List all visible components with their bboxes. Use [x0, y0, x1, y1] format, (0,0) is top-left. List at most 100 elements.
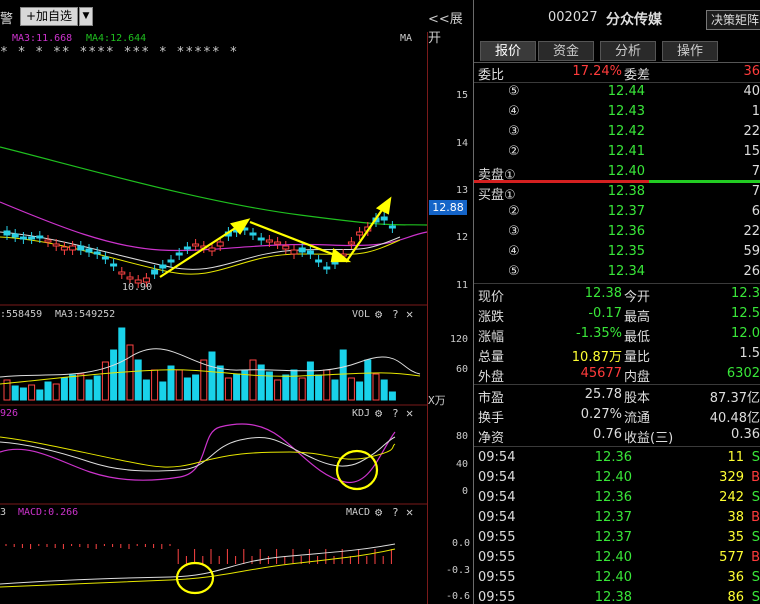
ask-volume: 22 [743, 124, 760, 139]
candle-body [101, 256, 109, 260]
ma-tag[interactable]: MA [400, 33, 412, 44]
volume-bar [298, 377, 306, 401]
ask-row[interactable]: ④ 12.43 1 [474, 102, 760, 122]
candle-body [347, 241, 355, 245]
tick-side: S [751, 530, 760, 545]
candle-body [298, 247, 306, 253]
stock-header: 002027 分众传媒 决策矩阵 [474, 0, 760, 38]
candle-body [85, 248, 93, 253]
stat-value: 6302 [726, 366, 760, 381]
help-icon[interactable]: ? [392, 506, 399, 519]
gear-icon[interactable]: ⚙ [375, 505, 382, 519]
tick-time: 09:54 [478, 450, 516, 465]
stat-label: 涨幅 [478, 330, 505, 345]
trade-tick-row: 09:55 12.40 36 S [474, 568, 760, 588]
dropdown-arrow-button[interactable]: ▼ [79, 7, 93, 26]
stat-row: 涨幅 -1.35% 最低 12.0 [474, 324, 760, 345]
bid-row[interactable]: 买盘① 12.38 7 [474, 182, 760, 203]
kdj-indicator-name[interactable]: KDJ [352, 408, 370, 419]
candle-body [265, 239, 273, 243]
vol-tick: 120 [450, 334, 469, 345]
volume-bar [110, 349, 118, 401]
commission-diff-label: 委差 [624, 68, 651, 83]
volume-bar [339, 349, 347, 401]
stat-row: 外盘 45677 内盘 6302 [474, 364, 760, 385]
price-axis [427, 32, 473, 604]
candle-body [388, 225, 396, 229]
ask-row[interactable]: ③ 12.42 22 [474, 122, 760, 142]
bid-row[interactable]: ② 12.37 6 [474, 202, 760, 222]
ask-level: ② [508, 144, 520, 159]
bid-row[interactable]: ④ 12.35 59 [474, 242, 760, 262]
volume-bar [19, 387, 27, 401]
tick-volume: 11 [727, 450, 744, 465]
tick-time: 09:55 [478, 570, 516, 585]
candle-body [44, 239, 52, 243]
stat-label: 股本 [624, 391, 651, 406]
help-icon[interactable]: ? [392, 308, 399, 321]
bid-volume: 26 [743, 264, 760, 279]
ask-row[interactable]: 卖盘① 12.40 7 [474, 162, 760, 183]
tab-quote[interactable]: 报价 [480, 41, 536, 61]
stat-row: 净资 0.76 收益(三) 0.36 [474, 425, 760, 446]
candle-body [19, 236, 27, 240]
add-favorite-button[interactable]: +加自选 [20, 7, 78, 26]
candle-body [118, 271, 126, 275]
stat-row: 市盈 25.78 股本 87.37亿 [474, 385, 760, 406]
candle-body [356, 231, 364, 236]
bid-price: 12.35 [607, 244, 645, 259]
ask-row[interactable]: ⑤ 12.44 40 [474, 82, 760, 102]
tick-volume: 242 [719, 490, 744, 505]
stat-label: 今开 [624, 290, 651, 305]
candle-body [306, 250, 314, 255]
volume-bar [93, 375, 101, 401]
tab-analysis[interactable]: 分析 [600, 41, 656, 61]
stat-value: 87.37亿 [709, 391, 760, 406]
macd-indicator-name[interactable]: MACD [346, 507, 370, 518]
gear-icon[interactable]: ⚙ [375, 406, 382, 420]
volume-bar [167, 365, 175, 401]
vol-ma3-label: MA3:549252 [55, 309, 116, 320]
volume-bar [224, 377, 232, 401]
bid-price: 12.37 [607, 204, 645, 219]
bid-row[interactable]: ⑤ 12.34 26 [474, 262, 760, 282]
close-icon[interactable]: ✕ [406, 505, 413, 519]
volume-bar [200, 359, 208, 401]
close-icon[interactable]: ✕ [406, 307, 413, 321]
alert-label[interactable]: 警 [0, 8, 13, 27]
help-icon[interactable]: ? [392, 407, 399, 420]
candle-body [28, 236, 36, 240]
stat-value: 40.48亿 [709, 411, 760, 426]
commission-diff: 36 [743, 64, 760, 79]
stock-name: 分众传媒 [606, 12, 662, 28]
macd-tick: -0.3 [446, 565, 471, 576]
gear-icon[interactable]: ⚙ [375, 307, 382, 321]
stat-label: 市盈 [478, 391, 505, 406]
candle-body [323, 266, 331, 270]
bid-level: ⑤ [508, 264, 520, 279]
bid-level: ④ [508, 244, 520, 259]
stat-value: -0.17 [588, 306, 622, 321]
bid-level: 买盘① [478, 188, 516, 203]
bid-row[interactable]: ③ 12.36 22 [474, 222, 760, 242]
stat-value: 12.3 [731, 286, 760, 301]
tick-volume: 36 [727, 570, 744, 585]
tick-volume: 86 [727, 590, 744, 604]
tick-side: B [751, 510, 760, 525]
candle-body [290, 249, 298, 255]
macd-value-label: 3 [0, 507, 7, 518]
tick-time: 09:55 [478, 550, 516, 565]
trade-tick-row: 09:55 12.38 86 S [474, 588, 760, 604]
candle-body [331, 261, 339, 265]
decision-matrix-button[interactable]: 决策矩阵 [706, 10, 760, 30]
candle-body [257, 237, 265, 241]
ask-row[interactable]: ② 12.41 15 [474, 142, 760, 162]
stat-label: 总量 [478, 350, 505, 365]
tab-funds[interactable]: 资金 [538, 41, 594, 61]
candle-body [192, 243, 200, 247]
trade-tick-row: 09:55 12.40 577 B [474, 548, 760, 568]
tab-operation[interactable]: 操作 [662, 41, 718, 61]
bid-volume: 22 [743, 224, 760, 239]
close-icon[interactable]: ✕ [406, 406, 413, 420]
vol-indicator-name[interactable]: VOL [352, 309, 370, 320]
